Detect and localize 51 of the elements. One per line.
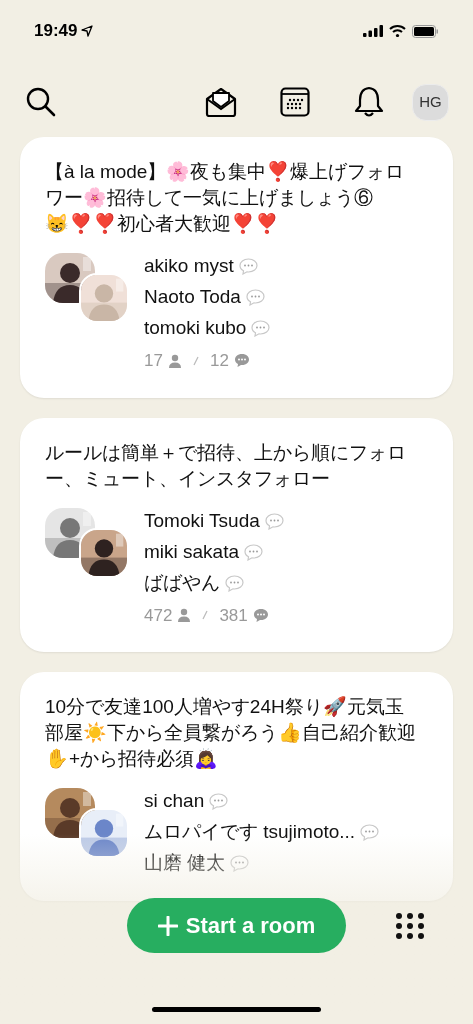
speech-bubble-icon (230, 855, 250, 872)
separator-slash (202, 610, 209, 621)
listener-count: 472 (144, 604, 173, 627)
speech-bubble-icon (264, 512, 284, 530)
notifications-button[interactable] (352, 85, 386, 119)
speech-bubble-icon (238, 258, 258, 275)
room-card[interactable]: ルールは簡単＋で招待、上から順にフォロー、ミュート、インスタフォロー Tomoki Tsuda miki sakata ばばやん 472 381 (20, 417, 453, 652)
envelope-icon (205, 87, 237, 117)
grid-menu-button[interactable] (393, 911, 427, 941)
speaker-count: 12 (209, 350, 229, 372)
speech-bubble-icon (209, 793, 229, 810)
wifi-icon (389, 25, 406, 37)
speaker-name: akiko myst (144, 254, 234, 279)
search-icon (26, 87, 56, 117)
dots-grid-icon (395, 913, 425, 939)
room-card[interactable]: 【à la mode】🌸夜も集中❣爆上げフォロワー🌸招待して一気に上げましょう⑥😸❣❣初心者大歓迎❣❣ akiko myst Naoto Toda tomoki kubo 17 12 (20, 137, 453, 398)
person-icon (167, 353, 182, 368)
location-arrow-icon (81, 25, 94, 37)
chat-bubble-icon (233, 353, 250, 369)
room-card[interactable]: 10分で友達100人増やす24H祭り🚀元気玉部屋☀下から全員繋がろう👍自己紹介歓迎✋+から招待必須🙇‍♀ si chan ムロパイです tsujimoto... 山磨 健太 (20, 672, 453, 901)
separator-slash (192, 355, 199, 366)
speaker-name: tomoki kubo (144, 316, 247, 341)
speech-bubble-icon (225, 574, 244, 592)
speaker-name: si chan (144, 789, 205, 814)
signal-icon (363, 25, 383, 37)
room-title: 【à la mode】🌸夜も集中❣爆上げフォロワー🌸招待して一気に上げましょう⑥😸❣❣初心者大歓迎❣❣ (45, 160, 406, 236)
calendar-button[interactable] (278, 85, 312, 119)
room-title: ルールは簡単＋で招待、上から順にフォロー、ミュート、インスタフォロー (45, 440, 407, 491)
speech-bubble-icon (251, 320, 271, 337)
person-icon (177, 608, 192, 623)
room-title: 10分で友達100人増やす24H祭り🚀元気玉部屋☀下から全員繋がろう👍自己紹介歓迎✋+から招待必須🙇‍♀ (45, 695, 417, 771)
speech-bubble-icon (360, 824, 380, 841)
battery-icon (412, 24, 439, 38)
speaker-name: miki sakata (144, 539, 240, 564)
plus-icon (157, 915, 178, 936)
profile-avatar[interactable]: HG (412, 83, 449, 121)
search-button[interactable] (24, 85, 58, 119)
speaker-name: ムロパイです tsujimoto... (144, 820, 356, 845)
listener-count: 17 (144, 350, 163, 372)
calendar-icon (280, 87, 310, 117)
speaker-name: ばばやん (144, 570, 220, 595)
speaker-name: 山磨 健太 (144, 851, 226, 876)
speaker-name: Naoto Toda (144, 285, 241, 310)
speech-bubble-icon (245, 289, 265, 306)
speech-bubble-icon (244, 543, 264, 561)
chat-bubble-icon (252, 607, 269, 623)
bell-icon (354, 86, 384, 118)
status-time: 19:49 (34, 20, 78, 43)
invite-button[interactable] (204, 85, 238, 119)
speaker-count: 381 (219, 604, 248, 627)
speaker-name: Tomoki Tsuda (144, 508, 260, 533)
